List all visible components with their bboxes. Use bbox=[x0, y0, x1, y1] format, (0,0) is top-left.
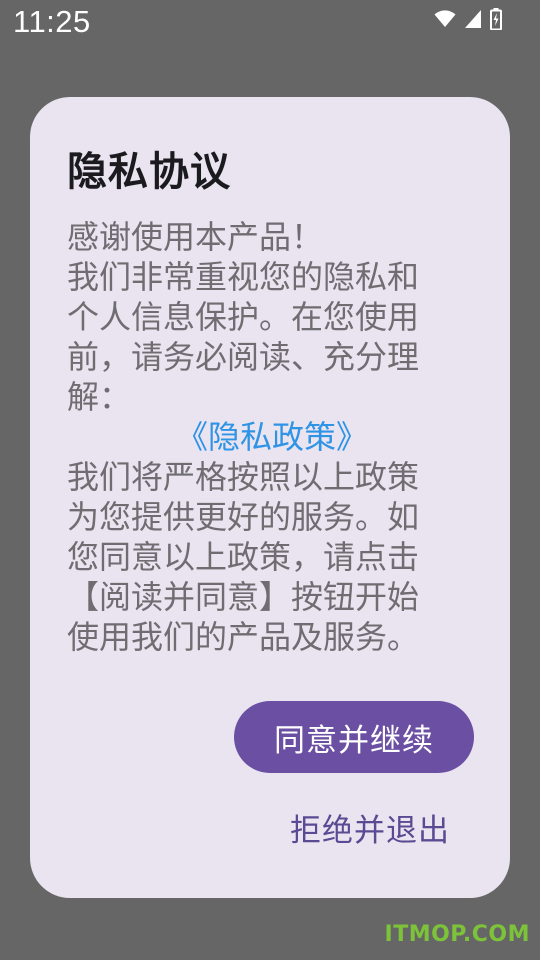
battery-charging-icon bbox=[490, 8, 502, 30]
status-time: 11:25 bbox=[13, 4, 91, 39]
body-line: 我们非常重视您的隐私和 bbox=[67, 258, 420, 296]
body-line: 感谢使用本产品！ bbox=[67, 218, 324, 256]
decline-exit-button[interactable]: 拒绝并退出 bbox=[280, 801, 460, 853]
body-line: 解： bbox=[67, 378, 132, 416]
watermark: ITMOP.COM bbox=[384, 922, 530, 947]
privacy-policy-link[interactable]: 《隐私政策》 bbox=[67, 417, 477, 457]
body-line: 前，请务必阅读、充分理 bbox=[67, 338, 420, 376]
privacy-dialog: 隐私协议 感谢使用本产品！ 我们非常重视您的隐私和 个人信息保护。在您使用 前，… bbox=[30, 97, 510, 898]
body-line: 使用我们的产品及服务。 bbox=[67, 618, 420, 656]
wifi-icon bbox=[434, 10, 456, 28]
status-bar: 11:25 bbox=[0, 0, 540, 46]
body-line: 为您提供更好的服务。如 bbox=[67, 498, 420, 536]
status-icons bbox=[434, 8, 502, 30]
cell-signal-icon bbox=[465, 10, 481, 28]
body-line: 个人信息保护。在您使用 bbox=[67, 298, 420, 336]
body-line: 我们将严格按照以上政策 bbox=[67, 458, 420, 496]
dialog-title: 隐私协议 bbox=[67, 149, 231, 195]
dialog-body: 感谢使用本产品！ 我们非常重视您的隐私和 个人信息保护。在您使用 前，请务必阅读… bbox=[67, 217, 477, 657]
agree-continue-button[interactable]: 同意并继续 bbox=[234, 701, 474, 773]
body-line: 您同意以上政策，请点击 bbox=[67, 538, 420, 576]
body-line: 【阅读并同意】按钮开始 bbox=[67, 578, 420, 616]
